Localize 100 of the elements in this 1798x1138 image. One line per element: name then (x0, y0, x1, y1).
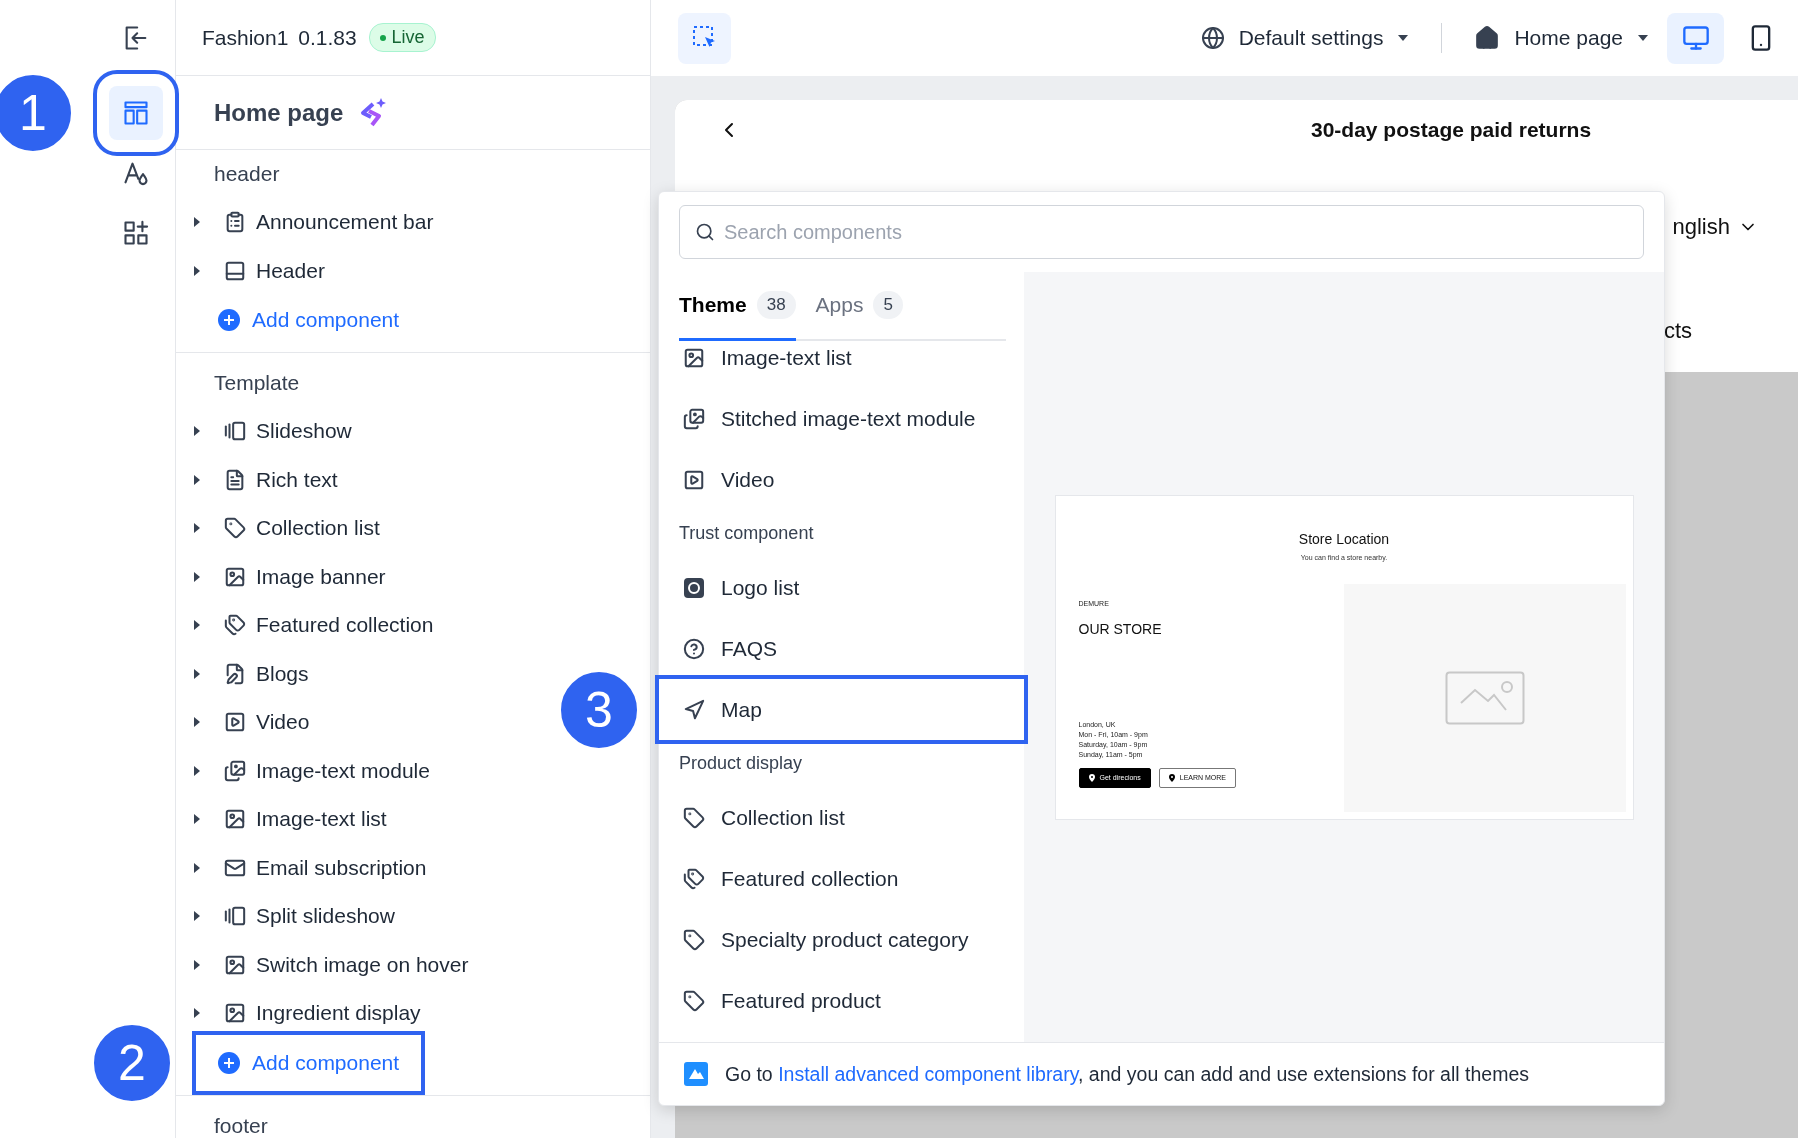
images-icon (683, 407, 705, 430)
tag-icon (683, 806, 705, 829)
tab[interactable]: Theme 38 (679, 272, 796, 341)
count-badge: 38 (756, 291, 796, 319)
clipboard-icon (224, 211, 246, 234)
component-item[interactable]: Logo list (659, 557, 1024, 618)
component-label[interactable]: Announcement bar (256, 210, 434, 235)
image-icon (224, 565, 246, 588)
caret-icon[interactable] (192, 1007, 202, 1020)
globe-icon (1200, 26, 1225, 50)
sparkle-logo-icon (359, 97, 388, 128)
component-item[interactable]: Map (659, 679, 1024, 740)
caret-icon[interactable] (192, 619, 202, 632)
component-item[interactable]: Featured product (659, 970, 1024, 1031)
add-component-button[interactable]: Add component (208, 304, 410, 336)
component-item[interactable]: Collection list (659, 787, 1024, 848)
page-title: Home page (214, 98, 344, 127)
caret-icon[interactable] (192, 910, 202, 923)
add-icon (218, 309, 240, 331)
component-item[interactable]: Featured collection (659, 848, 1024, 909)
component-item[interactable]: Specialty product category (659, 909, 1024, 970)
image-icon (224, 1002, 246, 1025)
language-selector[interactable]: nglish (1672, 214, 1730, 240)
caret-icon[interactable] (192, 216, 202, 229)
search-field[interactable]: Search components (679, 205, 1644, 259)
section-heading: Trust component (678, 522, 815, 545)
store-heading: OUR STORE (1078, 620, 1163, 637)
caret-icon[interactable] (192, 570, 202, 583)
section-heading: Product display (678, 752, 804, 775)
help-icon (683, 637, 705, 660)
images-icon (224, 759, 246, 782)
component-item[interactable]: FAQS (659, 618, 1024, 679)
component-label[interactable]: Collection list (256, 516, 380, 541)
play-icon (224, 711, 246, 734)
component-label[interactable]: Featured collection (256, 613, 434, 638)
caret-icon (1637, 34, 1649, 42)
image-icon (683, 346, 705, 369)
add-component-button[interactable]: Add component (208, 1046, 410, 1079)
component-label[interactable]: Split slideshow (256, 904, 395, 929)
install-library-link[interactable]: Install advanced component library (778, 1062, 1078, 1085)
step-marker: 1 (0, 73, 73, 153)
dropdown-selector[interactable]: Home page (1464, 19, 1659, 57)
badge-icon (683, 576, 705, 599)
store-version: Fashion1 0.1.83 (202, 25, 357, 50)
caret-icon[interactable] (192, 716, 202, 729)
gallery-icon (224, 420, 246, 443)
monitor-icon (1681, 24, 1710, 52)
image-icon (224, 953, 246, 976)
tags-icon (224, 614, 246, 637)
caret-icon (1397, 34, 1410, 42)
tag-icon (224, 517, 246, 540)
play-icon (683, 468, 705, 491)
component-label[interactable]: Image banner (256, 564, 386, 589)
caret-icon[interactable] (192, 813, 202, 826)
layout-icon (122, 99, 150, 127)
component-label[interactable]: Video (256, 710, 310, 735)
component-label[interactable]: Rich text (256, 467, 338, 492)
pen-document-icon (224, 662, 246, 685)
component-label[interactable]: Image-text list (256, 807, 387, 832)
component-label[interactable]: Ingredient display (256, 1001, 421, 1026)
caret-icon[interactable] (192, 667, 202, 680)
component-label[interactable]: Email subscription (256, 855, 427, 880)
navigation-icon (683, 698, 705, 721)
component-label[interactable]: Switch image on hover (256, 952, 469, 977)
group-label: Template (213, 370, 301, 396)
image-icon (224, 808, 246, 831)
component-label[interactable]: Header (256, 258, 325, 283)
caret-icon[interactable] (192, 522, 202, 535)
step-marker: 3 (559, 669, 639, 750)
caret-icon[interactable] (192, 425, 202, 438)
status-badge: Live (368, 23, 436, 52)
footer-text: Go to Install advanced component library, and you can add and use extensions for all themes (725, 1062, 1529, 1086)
caret-icon[interactable] (192, 473, 202, 486)
component-item[interactable]: Stitched image-text module (659, 388, 1024, 449)
component-item[interactable]: Image-text list (659, 341, 1024, 388)
house-icon (1474, 25, 1501, 51)
tag-icon (683, 928, 705, 951)
panel-icon (224, 259, 246, 282)
pin-icon (1088, 773, 1095, 782)
select-tool-button[interactable] (678, 12, 731, 64)
step-marker: 2 (92, 1022, 172, 1103)
dropdown-selector[interactable]: Default settings (1190, 20, 1420, 56)
announcement-text: 30-day postage paid returns (1311, 118, 1592, 142)
pin-icon (1168, 773, 1175, 782)
caret-icon[interactable] (192, 764, 202, 777)
tab[interactable]: Apps 5 (815, 272, 903, 341)
component-label[interactable]: Slideshow (256, 419, 352, 444)
tag-icon (683, 989, 705, 1012)
group-label: header (213, 161, 281, 187)
component-label[interactable]: Blogs (256, 661, 309, 686)
preview-title: Store Location (1298, 529, 1390, 548)
image-placeholder-icon (1444, 670, 1525, 725)
caret-icon[interactable] (192, 861, 202, 874)
component-label[interactable]: Image-text module (256, 758, 430, 783)
caret-icon[interactable] (192, 958, 202, 971)
component-item[interactable]: Video (659, 449, 1024, 510)
tags-icon (683, 867, 705, 890)
nav-link[interactable]: cts (1663, 318, 1692, 344)
add-icon (218, 1051, 240, 1074)
caret-icon[interactable] (192, 264, 202, 277)
